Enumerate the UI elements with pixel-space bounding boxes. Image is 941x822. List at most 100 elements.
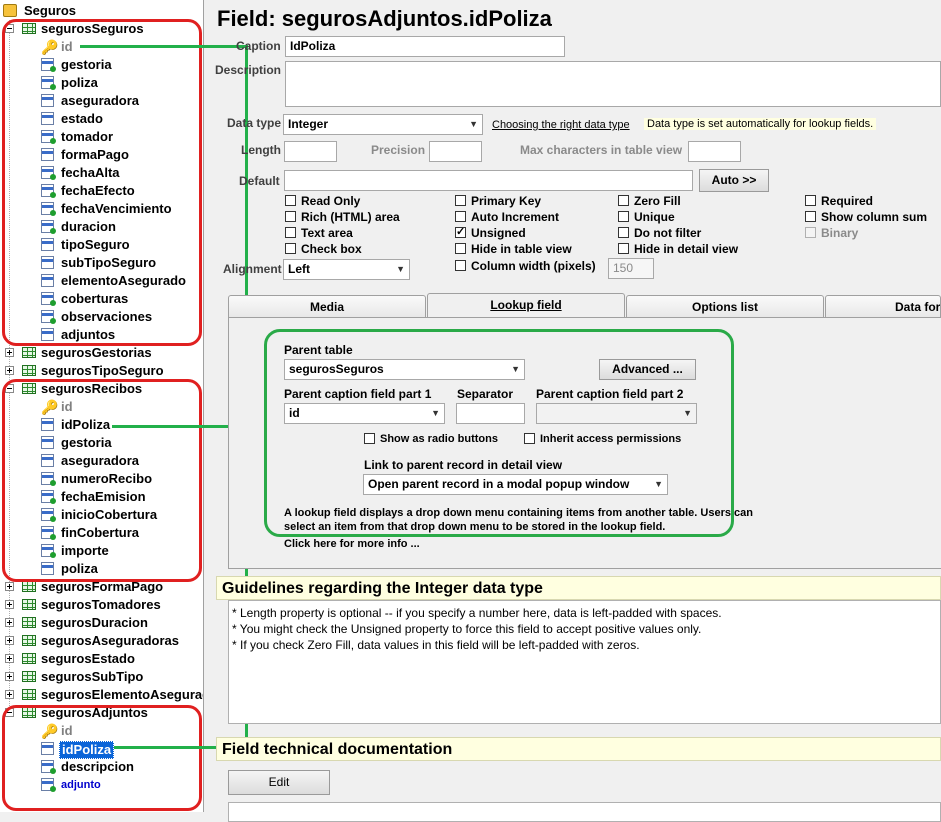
show-column-sum-label: Show column sum [821,210,928,224]
default-input[interactable] [284,170,693,191]
tree-node-label: segurosTipoSeguro [41,363,164,378]
advanced-button[interactable]: Advanced ... [599,359,696,380]
tree-node-label: tipoSeguro [61,237,130,252]
field-icon [41,454,54,467]
tree-node-label: adjunto [61,779,101,791]
tree-node-label: formaPago [61,147,129,162]
description-label: Description [215,63,282,77]
link-parent-select[interactable]: Open parent record in a modal popup wind… [363,474,668,495]
tree-node-label: aseguradora [61,93,140,108]
tree-node-label: segurosAdjuntos [41,705,148,720]
tree-node-label: estado [61,111,103,126]
tab-data-format[interactable]: Data format [825,295,941,317]
edit-button[interactable]: Edit [228,770,330,795]
lookup-field-icon [41,760,56,774]
tree-node-label: id [61,39,73,54]
tree-node-label: fechaEfecto [61,183,135,198]
tree-node-label: segurosTomadores [41,597,161,612]
collapse-icon[interactable] [5,24,14,33]
column-width-input[interactable]: 150 [608,258,654,279]
precision-input[interactable] [429,141,482,162]
table-icon [22,23,36,34]
tree-node-label: segurosSeguros [41,21,144,36]
tab-lookup-field-label: Lookup field [490,298,562,312]
table-icon [22,653,36,664]
description-textarea[interactable] [285,61,941,107]
caption-part1-label: Parent caption field part 1 [284,387,432,401]
required-label: Required [821,194,874,208]
guideline-line: * If you check Zero Fill, data values in… [232,638,640,652]
project-tree[interactable]: Seguros segurosSeguros 🔑 id gestoria poliza a… [0,0,204,812]
table-icon [22,689,36,700]
unique-label: Unique [634,210,675,224]
collapse-icon[interactable] [5,708,14,717]
expand-icon[interactable] [5,672,14,681]
more-info-link[interactable]: Click here for more info ... [284,538,420,550]
maxchars-input[interactable] [688,141,741,162]
checkbox-box [618,227,629,238]
guidelines-heading: Guidelines regarding the Integer data ty… [216,576,941,600]
tab-options-list-label: Options list [692,300,758,314]
checkbox-box [285,211,296,222]
field-icon [41,436,54,449]
lookup-field-icon [41,202,56,216]
datatype-select[interactable]: Integer ▼ [283,114,483,135]
expand-icon[interactable] [5,690,14,699]
expand-icon[interactable] [5,600,14,609]
link-parent-label: Link to parent record in detail view [364,458,563,472]
checkbox-box [805,227,816,238]
lookup-field-icon [41,472,56,486]
tab-data-format-label: Data format [895,300,941,314]
tab-media[interactable]: Media [228,295,426,317]
expand-icon[interactable] [5,582,14,591]
expand-icon[interactable] [5,618,14,627]
tab-lookup-field[interactable]: Lookup field [427,293,625,318]
key-icon: 🔑 [41,39,59,55]
caption-input[interactable]: IdPoliza [285,36,565,57]
alignment-select[interactable]: Left ▼ [283,259,410,280]
separator-label: Separator [457,387,514,401]
separator-input[interactable] [456,403,525,424]
tree-node-label: fechaEmision [61,489,146,504]
tree-node-label: segurosFormaPago [41,579,164,594]
alignment-label: Alignment [223,262,282,276]
parent-table-select[interactable]: segurosSeguros ▼ [284,359,525,380]
hide-table-view-label: Hide in table view [471,242,572,256]
radio-buttons-label: Show as radio buttons [380,433,498,445]
lookup-field-icon [41,58,56,72]
field-icon [41,742,54,755]
caption-part2-select[interactable]: ▼ [536,403,697,424]
tree-node-label: coberturas [61,291,129,306]
tree-node-label: observaciones [61,309,153,324]
lookup-field-icon [41,778,56,792]
chevron-down-icon: ▼ [431,408,440,418]
checkbox-box-checked [455,224,466,240]
lookup-field-icon [41,526,56,540]
expand-icon[interactable] [5,366,14,375]
field-icon [41,148,54,161]
caption-part1-select[interactable]: id ▼ [284,403,445,424]
field-icon [41,94,54,107]
tree-node-label: segurosGestorias [41,345,152,360]
default-label: Default [239,174,280,188]
expand-icon[interactable] [5,636,14,645]
lookup-field-icon [41,166,56,180]
length-input[interactable] [284,141,337,162]
tab-options-list[interactable]: Options list [626,295,824,317]
parent-table-label: Parent table [284,343,353,357]
expand-icon[interactable] [5,348,14,357]
rich-html-label: Rich (HTML) area [301,210,400,224]
guideline-line: * Length property is optional -- if you … [232,606,722,620]
checkbox-box [285,227,296,238]
datatype-help-link[interactable]: Choosing the right data type [492,119,630,131]
lookup-field-icon [41,310,56,324]
tree-node-label: fechaAlta [61,165,120,180]
table-icon [22,635,36,646]
collapse-icon[interactable] [5,384,14,393]
table-icon [22,671,36,682]
expand-icon[interactable] [5,654,14,663]
tree-node-label: poliza [61,75,98,90]
tree-node-label: segurosRecibos [41,381,143,396]
auto-button[interactable]: Auto >> [699,169,769,192]
checkbox-box [285,195,296,206]
